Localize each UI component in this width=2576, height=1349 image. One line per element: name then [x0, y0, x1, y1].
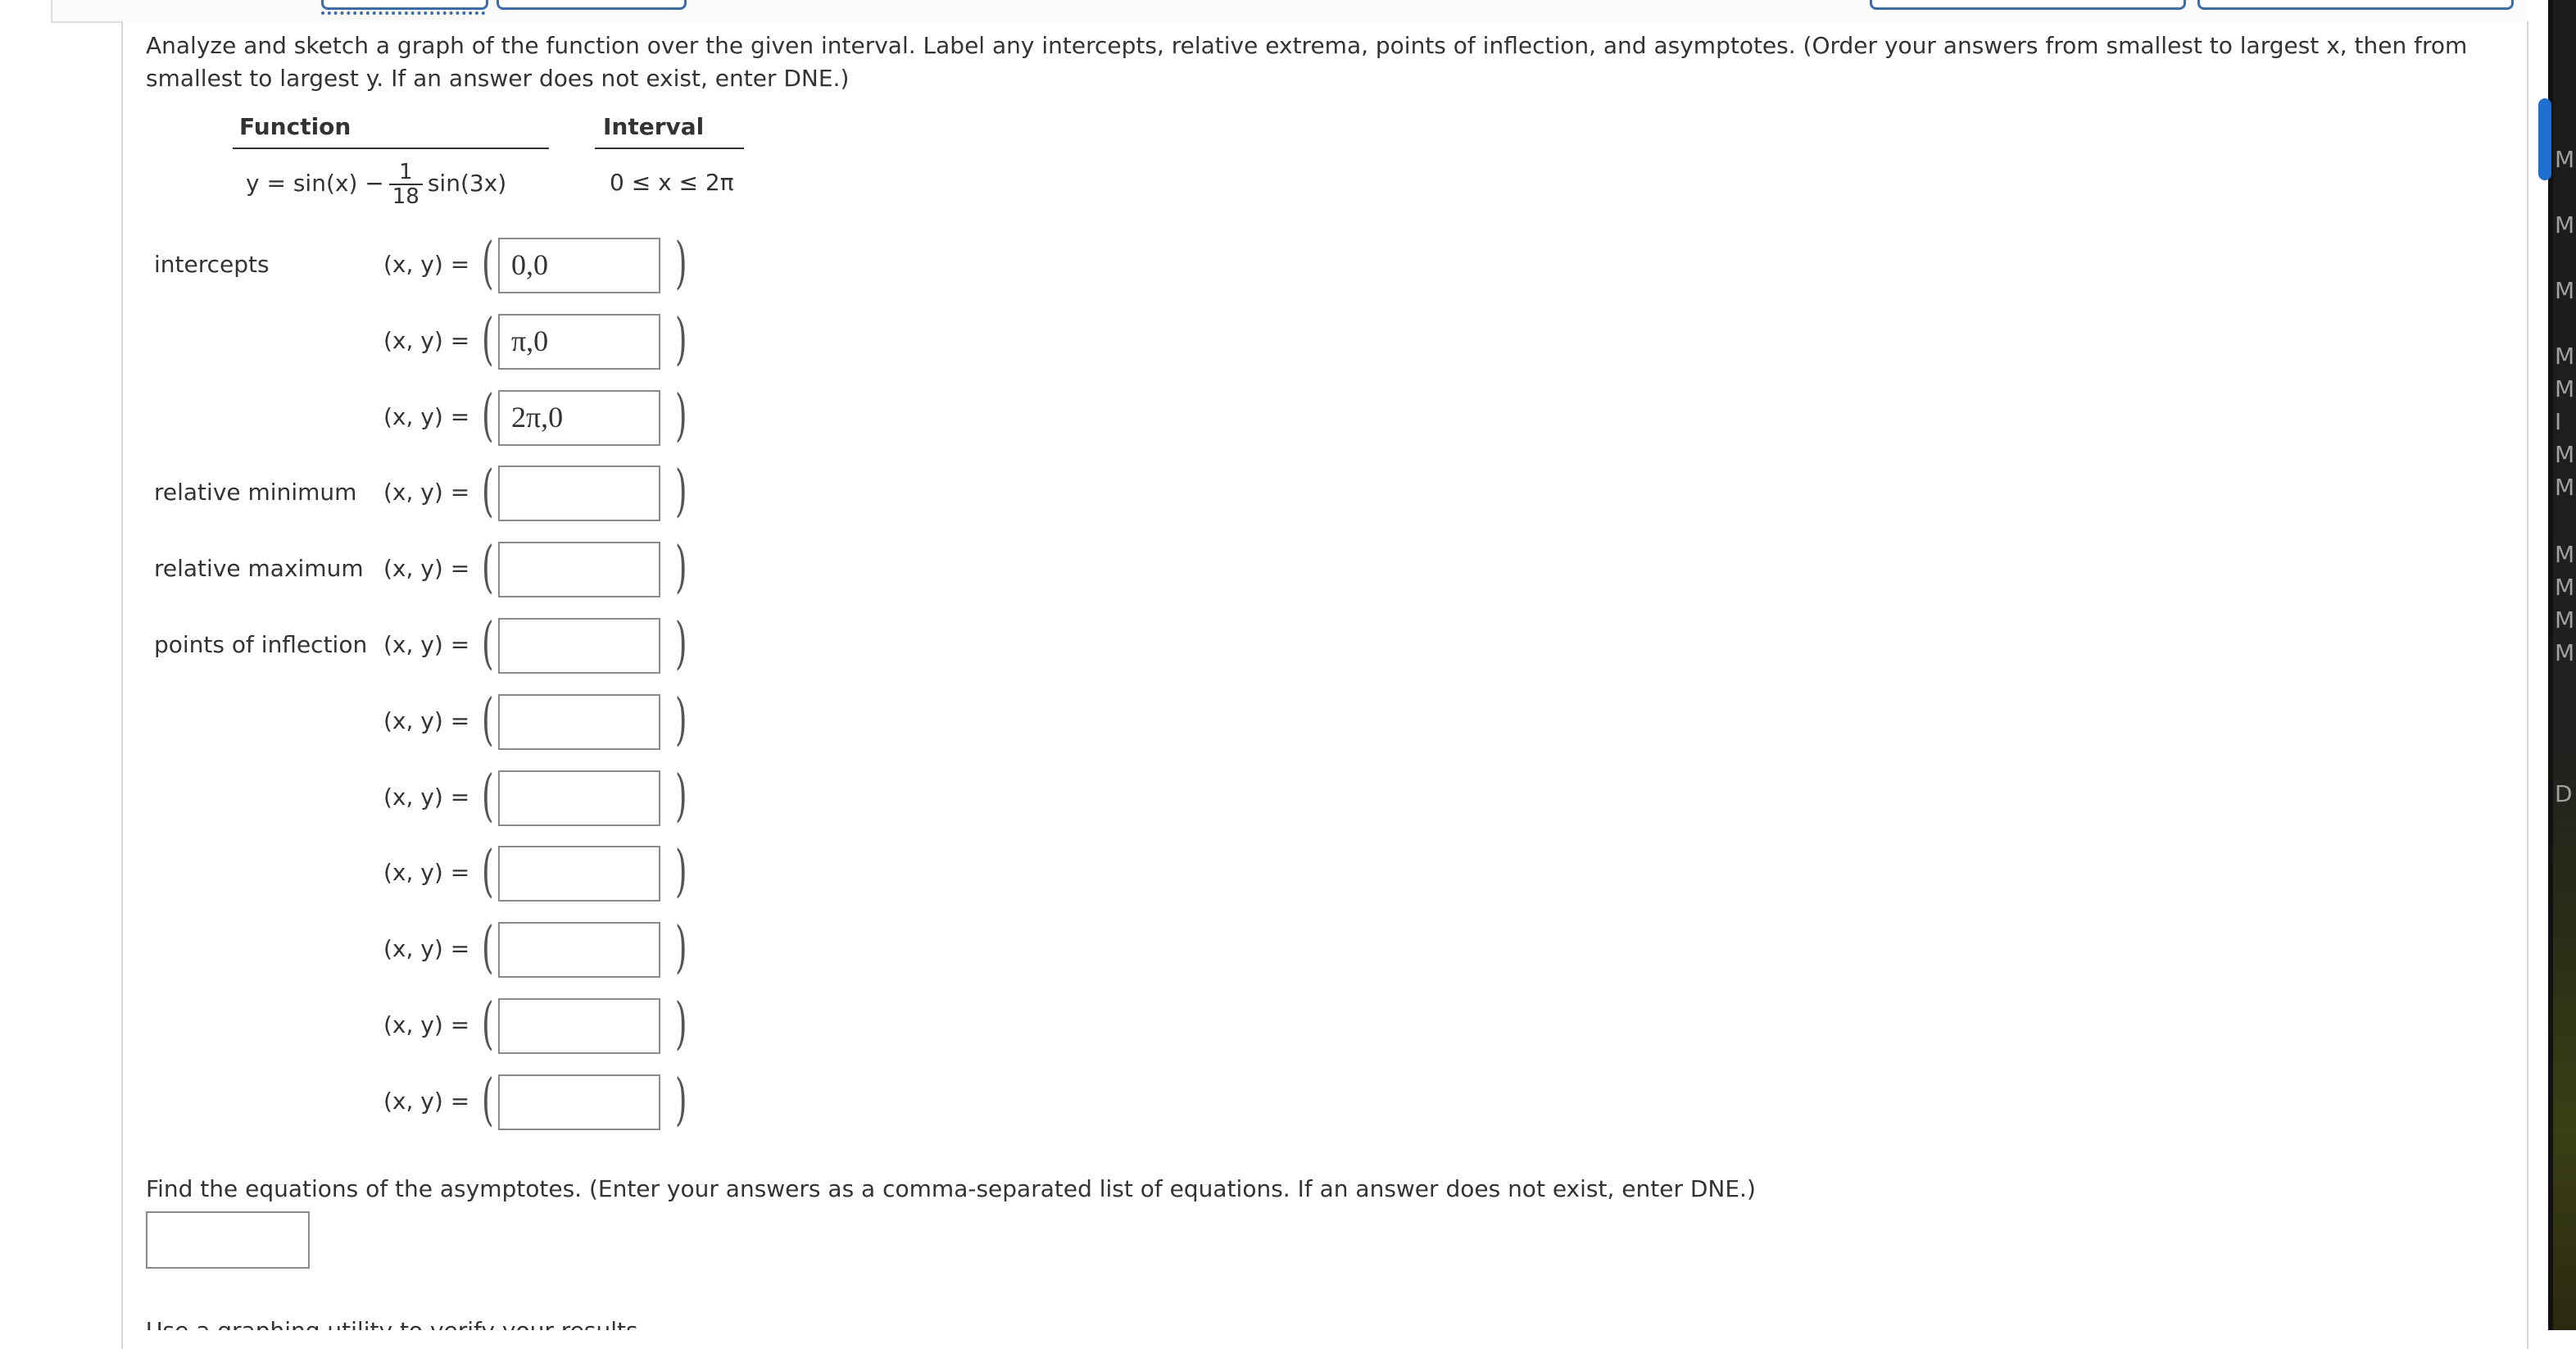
answer-input[interactable]	[498, 1074, 660, 1130]
top-button-right-2[interactable]	[2197, 0, 2514, 10]
side-panel-letter: M	[2555, 474, 2575, 501]
window-edge-shadow	[2548, 0, 2553, 1330]
right-paren: )	[674, 764, 687, 829]
side-panel-letter: M	[2555, 146, 2575, 173]
left-paren: (	[481, 839, 494, 904]
left-paren: (	[481, 611, 494, 676]
interval-header-rule	[595, 148, 744, 149]
left-paren: (	[481, 1068, 494, 1133]
side-panel-letter: I	[2555, 408, 2562, 435]
function-lhs: y = sin(x) −	[246, 170, 384, 197]
xy-equals-label: (x, y) =	[383, 859, 470, 886]
left-paren: (	[481, 231, 494, 296]
row-label: relative maximum	[154, 555, 364, 582]
right-paren: )	[674, 915, 687, 980]
xy-equals-label: (x, y) =	[383, 784, 470, 811]
right-paren: )	[674, 535, 687, 600]
function-rhs: sin(3x)	[427, 170, 507, 197]
left-paren: (	[481, 535, 494, 600]
side-panel-letter: D	[2555, 780, 2573, 807]
side-panel-letter: M	[2555, 639, 2575, 666]
right-paren: )	[674, 231, 687, 296]
side-panel-letter: M	[2555, 606, 2575, 634]
function-expression: y = sin(x) −1 18 sin(3x)	[246, 157, 506, 210]
answer-input[interactable]: 0,0	[498, 238, 660, 293]
side-panel-letter: M	[2555, 277, 2575, 304]
left-paren: (	[481, 688, 494, 752]
question-instructions: Analyze and sketch a graph of the functi…	[146, 32, 2468, 92]
left-paren: (	[481, 384, 494, 448]
side-panel-letter: M	[2555, 375, 2575, 402]
left-paren: (	[481, 307, 494, 372]
right-paren: )	[674, 992, 687, 1056]
side-panel-letter: M	[2555, 441, 2575, 468]
answer-input[interactable]	[498, 466, 660, 521]
answer-input[interactable]: π,0	[498, 314, 660, 370]
interval-expression: 0 ≤ x ≤ 2π	[610, 169, 734, 196]
fraction-numerator: 1	[388, 161, 423, 185]
left-paren: (	[481, 764, 494, 829]
answer-input[interactable]	[498, 694, 660, 750]
xy-equals-label: (x, y) =	[383, 327, 470, 354]
function-header-rule	[233, 148, 549, 149]
side-panel-letter: M	[2555, 574, 2575, 601]
right-paren: )	[674, 307, 687, 372]
xy-equals-label: (x, y) =	[383, 1088, 470, 1115]
xy-equals-label: (x, y) =	[383, 555, 470, 582]
fraction-denominator: 18	[392, 184, 420, 209]
left-paren: (	[481, 992, 494, 1056]
left-paren: (	[481, 459, 494, 524]
answer-input[interactable]	[498, 998, 660, 1054]
answer-input[interactable]	[498, 922, 660, 978]
function-fraction: 1 18	[388, 161, 423, 209]
asymptotes-prompt: Find the equations of the asymptotes. (E…	[146, 1175, 1756, 1202]
right-paren: )	[674, 1068, 687, 1133]
xy-equals-label: (x, y) =	[383, 403, 470, 430]
top-button-middle[interactable]	[497, 0, 687, 10]
row-label: relative minimum	[154, 479, 357, 506]
xy-equals-label: (x, y) =	[383, 479, 470, 506]
question-card	[121, 21, 2528, 1349]
answer-input[interactable]	[498, 542, 660, 597]
answer-input[interactable]	[498, 846, 660, 902]
asymptotes-input[interactable]	[146, 1211, 310, 1269]
function-header: Function	[239, 113, 351, 140]
right-paren: )	[674, 688, 687, 752]
right-paren: )	[674, 839, 687, 904]
side-panel-letter: M	[2555, 211, 2575, 238]
answer-input[interactable]: 2π,0	[498, 390, 660, 446]
focus-indicator	[321, 11, 485, 15]
answer-input[interactable]	[498, 770, 660, 826]
right-paren: )	[674, 384, 687, 448]
row-label: points of inflection	[154, 631, 368, 658]
background-window-edge: MMMMMIMMMMMMD	[2548, 0, 2576, 1330]
right-paren: )	[674, 459, 687, 524]
interval-header: Interval	[603, 113, 705, 140]
side-panel-letter: M	[2555, 343, 2575, 370]
scroll-indicator[interactable]	[2538, 98, 2551, 180]
xy-equals-label: (x, y) =	[383, 631, 470, 658]
xy-equals-label: (x, y) =	[383, 251, 470, 278]
right-paren: )	[674, 611, 687, 676]
answer-input[interactable]	[498, 618, 660, 674]
xy-equals-label: (x, y) =	[383, 707, 470, 734]
xy-equals-label: (x, y) =	[383, 1011, 470, 1038]
side-panel-letter: M	[2555, 541, 2575, 568]
xy-equals-label: (x, y) =	[383, 935, 470, 962]
top-button-right-1[interactable]	[1870, 0, 2186, 10]
top-button-left[interactable]	[321, 0, 488, 10]
graphing-utility-note: Use a graphing utility to verify your re…	[146, 1315, 645, 1330]
row-label: intercepts	[154, 251, 270, 278]
left-paren: (	[481, 915, 494, 980]
